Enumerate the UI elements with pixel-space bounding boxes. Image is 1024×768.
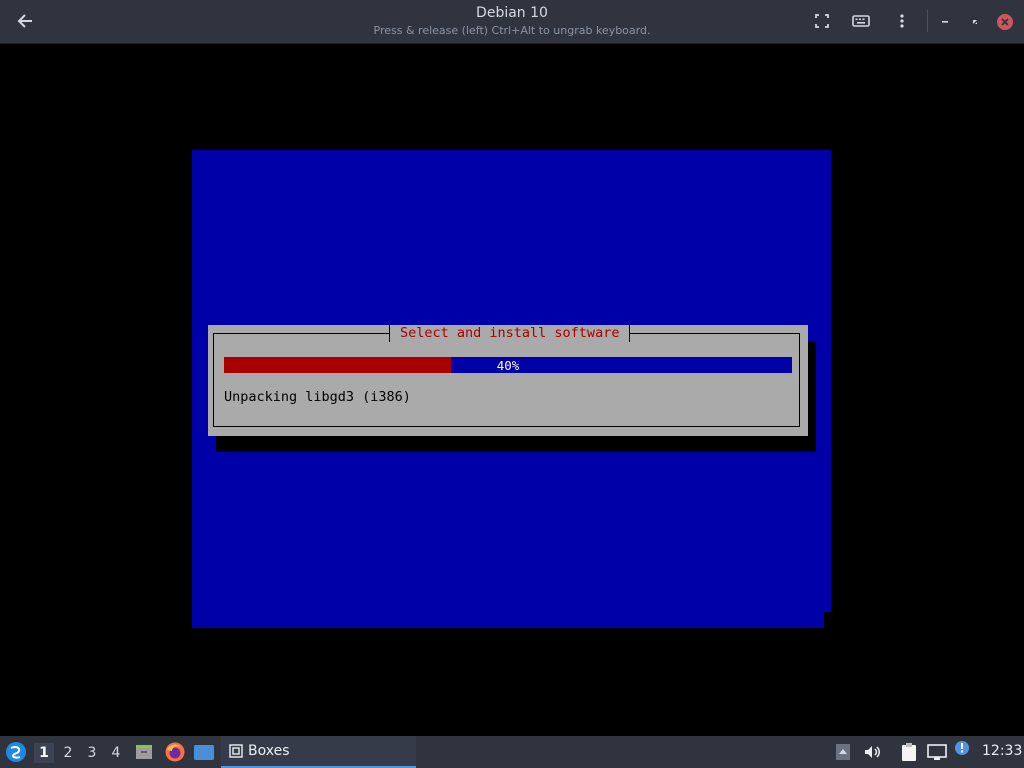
minimize-icon[interactable] — [934, 11, 956, 31]
network-icon[interactable] — [926, 742, 948, 762]
clock[interactable]: 12:33 — [982, 743, 1022, 759]
taskbar: 1 2 3 4 Boxes 12:33 — [0, 736, 1024, 768]
task-button-boxes[interactable]: Boxes — [221, 736, 416, 768]
header-bar: Debian 10 Press & release (left) Ctrl+Al… — [0, 0, 1024, 44]
workspace-4[interactable]: 4 — [106, 743, 126, 763]
status-text: Unpacking libgd3 (i386) — [224, 389, 411, 405]
progress-bar: 40% — [224, 357, 792, 373]
close-icon[interactable] — [997, 14, 1013, 30]
volume-icon[interactable] — [862, 742, 882, 762]
dialog-title: Select and install software — [389, 325, 631, 342]
desktop-icon[interactable] — [193, 742, 215, 762]
keyboard-icon[interactable] — [850, 11, 872, 31]
fullscreen-icon[interactable] — [811, 11, 833, 31]
start-menu-icon[interactable] — [4, 740, 28, 764]
workspace-1[interactable]: 1 — [34, 743, 54, 763]
header-separator — [927, 10, 928, 32]
installer-dialog: Select and install software 40% Unpackin… — [208, 325, 808, 436]
screen-notch — [824, 612, 831, 628]
workspace-2[interactable]: 2 — [58, 743, 78, 763]
update-notifier-icon[interactable] — [953, 739, 971, 757]
firefox-icon[interactable] — [164, 741, 186, 763]
restore-icon[interactable] — [964, 11, 986, 31]
file-manager-icon[interactable] — [134, 742, 154, 762]
workspace-3[interactable]: 3 — [82, 743, 102, 763]
tray-expand-icon[interactable] — [835, 743, 851, 761]
clipboard-icon[interactable] — [899, 741, 919, 763]
boxes-app-icon — [228, 743, 244, 759]
progress-label: 40% — [496, 358, 520, 373]
task-label: Boxes — [248, 743, 290, 759]
kebab-menu-icon[interactable] — [891, 11, 913, 31]
dialog-frame — [213, 333, 800, 427]
